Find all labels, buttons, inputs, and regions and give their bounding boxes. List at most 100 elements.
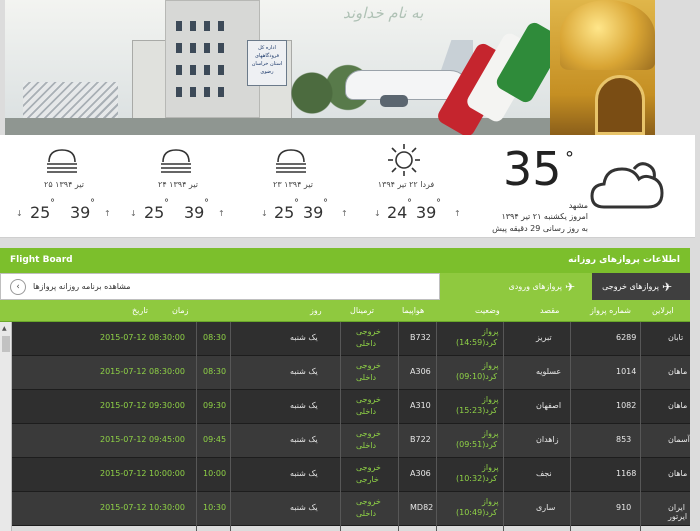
header-banner: به نام خداوند اداره کل فرودگاههای استان … bbox=[5, 0, 655, 135]
aircraft-cell: B732 bbox=[410, 333, 431, 342]
destination-cell: عسلویه bbox=[536, 367, 562, 376]
date-cell: 2015-07-12 09:45:00 bbox=[100, 435, 185, 444]
scrollbar[interactable] bbox=[0, 322, 12, 531]
scrollbar-thumb[interactable] bbox=[2, 336, 10, 352]
col-destination: مقصد bbox=[540, 306, 560, 315]
date-cell: 2015-07-12 10:00:00 bbox=[100, 469, 185, 478]
col-flight: شماره پرواز bbox=[590, 306, 631, 315]
banner-calligraphy: به نام خداوند bbox=[343, 4, 424, 22]
current-date: امروز یکشنبه ۲۱ تیر ۱۳۹۴ bbox=[501, 212, 588, 221]
flight-number-cell: 6289 bbox=[616, 333, 637, 342]
golden-dome bbox=[560, 0, 655, 70]
forecast-high: 39 bbox=[416, 203, 437, 222]
aircraft-cell: B722 bbox=[410, 435, 431, 444]
degree-sign: ° bbox=[204, 198, 209, 209]
forecast-low: 25 bbox=[274, 203, 295, 222]
aircraft-cell: A310 bbox=[410, 401, 431, 410]
degree-sign: ° bbox=[436, 198, 441, 209]
daily-schedule-link[interactable]: مشاهده برنامه روزانه پروازها bbox=[33, 282, 131, 291]
col-status: وضعیت bbox=[475, 306, 500, 315]
date-cell: 2015-07-12 10:30:00 bbox=[100, 503, 185, 512]
day-cell: یک شنبه bbox=[290, 435, 318, 444]
table-row[interactable]: تابان 6289 تبریز پرواز کرد(14:59) B732 خروجی دا… bbox=[12, 322, 690, 356]
table-row[interactable]: ماهان 1082 اصفهان پرواز کرد(15:23) A310 خروجی د… bbox=[12, 390, 690, 424]
flight-number-cell: 1014 bbox=[616, 367, 637, 376]
update-time: به روز رسانی 29 دقیقه پیش bbox=[492, 224, 588, 233]
aircraft-cell: MD82 bbox=[410, 503, 434, 512]
column-divider bbox=[230, 322, 231, 531]
forecast-low: 25 bbox=[144, 203, 165, 222]
tab-arrivals-label[interactable]: پروازهای ورودی bbox=[466, 282, 562, 291]
current-temperature: 35 bbox=[503, 142, 562, 196]
degree-sign: ° bbox=[294, 198, 299, 209]
table-row[interactable]: ماهان 1014 عسلویه پرواز کرد(09:10) A306 خروجی د… bbox=[12, 356, 690, 390]
column-divider bbox=[196, 322, 197, 531]
aircraft-engine bbox=[380, 95, 408, 107]
terminal-type-cell: خروجی bbox=[356, 395, 381, 404]
column-divider bbox=[570, 322, 571, 531]
scroll-up-icon[interactable]: ▲ bbox=[2, 325, 7, 332]
up-arrow-icon: ↑ bbox=[104, 209, 111, 218]
aircraft-cell: A306 bbox=[410, 367, 431, 376]
table-row[interactable]: آسمان 853 زاهدان پرواز کرد(09:51) B722 خروجی دا… bbox=[12, 424, 690, 458]
column-divider bbox=[640, 322, 641, 531]
airline-cell: ماهان bbox=[668, 367, 688, 376]
time-cell: 09:30 bbox=[203, 401, 227, 410]
terminal-scope-cell: داخلی bbox=[356, 373, 377, 382]
col-aircraft: هواپیما bbox=[402, 306, 425, 315]
down-arrow-icon: ↓ bbox=[130, 209, 137, 218]
column-divider bbox=[398, 322, 399, 531]
forecast-high: 39 bbox=[70, 203, 91, 222]
forecast-high: 39 bbox=[184, 203, 205, 222]
forecast-date: فردا ۲۲ تیر ۱۳۹۴ bbox=[377, 180, 435, 189]
control-tower bbox=[165, 0, 260, 118]
forecast-day-3: ۲۴ تیر ۱۳۹۴ ↓ 25 ° 39 ° ↑ bbox=[128, 142, 238, 232]
status-time-cell: کرد(10:49) bbox=[456, 508, 498, 517]
table-row[interactable]: ماهان 1168 نجف پرواز کرد(10:32) A306 خروجی خارج… bbox=[12, 458, 690, 492]
forecast-date: ۲۳ تیر ۱۳۹۴ bbox=[273, 180, 313, 189]
status-time-cell: کرد(09:10) bbox=[456, 372, 498, 381]
down-arrow-icon: ↓ bbox=[16, 209, 23, 218]
plane-takeoff-icon[interactable]: ✈ bbox=[662, 280, 672, 294]
degree-sign: ° bbox=[164, 198, 169, 209]
airline-cell: ایران ایرتور bbox=[668, 503, 688, 521]
aircraft-cell: A306 bbox=[410, 469, 431, 478]
plane-landing-icon[interactable]: ✈ bbox=[565, 280, 575, 294]
status-cell: پرواز bbox=[482, 327, 499, 336]
col-airline: ایرلاین bbox=[652, 306, 674, 315]
time-cell: 10:30 bbox=[203, 503, 227, 512]
chevron-left-icon[interactable]: ‹ bbox=[10, 279, 26, 295]
fog-icon bbox=[161, 149, 191, 173]
flight-number-cell: 1082 bbox=[616, 401, 637, 410]
terminal-scope-cell: داخلی bbox=[356, 407, 377, 416]
degree-sign: ° bbox=[90, 198, 95, 209]
flight-board-title-fa: اطلاعات پروازهای روزانه bbox=[568, 255, 680, 265]
flight-board-title: Flight Board bbox=[10, 255, 73, 265]
status-cell: پرواز bbox=[482, 361, 499, 370]
up-arrow-icon: ↑ bbox=[341, 209, 348, 218]
up-arrow-icon: ↑ bbox=[454, 209, 461, 218]
degree-sign: ° bbox=[50, 198, 55, 209]
terminal-scope-cell: داخلی bbox=[356, 509, 377, 518]
degree-sign: ° bbox=[407, 198, 412, 209]
tab-departures-label[interactable]: پروازهای خروجی bbox=[595, 282, 659, 291]
up-arrow-icon: ↑ bbox=[218, 209, 225, 218]
terminal-scope-cell: داخلی bbox=[356, 339, 377, 348]
table-row[interactable]: ایران ایرتور 910 ساری پرواز کرد(10:49) MD82 خر… bbox=[12, 492, 690, 526]
down-arrow-icon: ↓ bbox=[374, 209, 381, 218]
terminal-scope-cell: داخلی bbox=[356, 441, 377, 450]
column-divider bbox=[340, 322, 341, 531]
status-time-cell: کرد(14:59) bbox=[456, 338, 498, 347]
day-cell: یک شنبه bbox=[290, 469, 318, 478]
airline-cell: آسمان bbox=[668, 435, 690, 444]
status-time-cell: کرد(10:32) bbox=[456, 474, 498, 483]
status-cell: پرواز bbox=[482, 429, 499, 438]
terminal-scope-cell: خارجی bbox=[356, 475, 379, 484]
fog-icon bbox=[47, 149, 77, 173]
terminal-type-cell: خروجی bbox=[356, 497, 381, 506]
destination-cell: ساری bbox=[536, 503, 556, 512]
forecast-temps: ↓ 24 ° 39 ° ↑ bbox=[356, 198, 466, 222]
forecast-day-4: ۲۵ تیر ۱۳۹۴ ↓ 25 ° 39 ° ↑ bbox=[14, 142, 124, 232]
day-cell: یک شنبه bbox=[290, 401, 318, 410]
degree-sign: ° bbox=[565, 148, 574, 169]
